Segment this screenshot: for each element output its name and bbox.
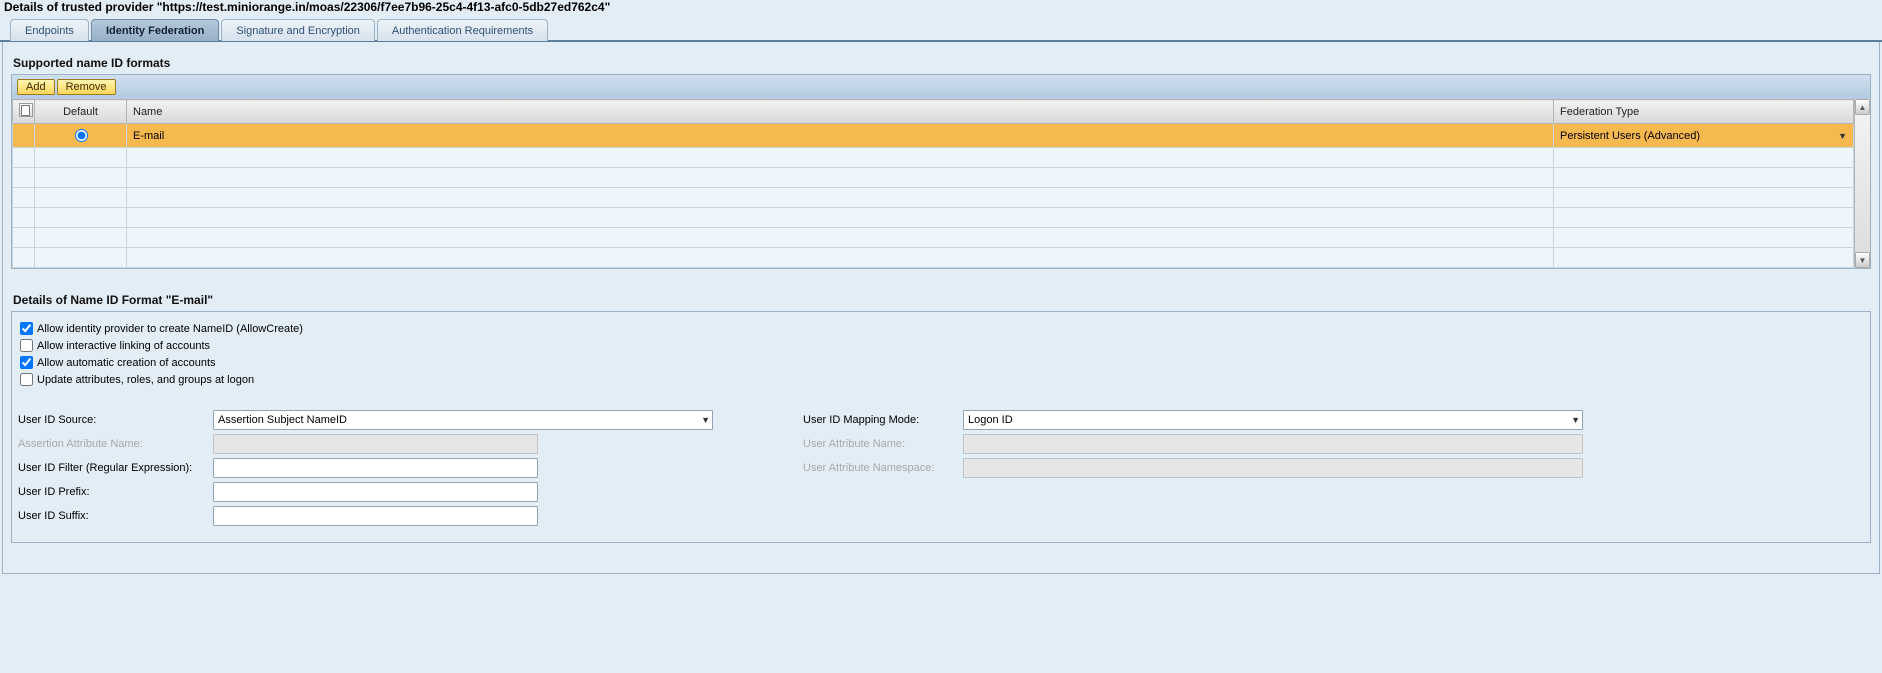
table-row[interactable] [13,168,1854,188]
row-fed-type-value: Persistent Users (Advanced) [1560,130,1700,142]
label-user-id-prefix: User ID Prefix: [18,486,213,498]
label-assertion-attr-name: Assertion Attribute Name: [18,438,213,450]
row-fed-type-cell[interactable]: Persistent Users (Advanced) ▼ [1554,124,1854,148]
input-assertion-attr-name [213,434,538,454]
default-radio-cell[interactable] [35,124,127,148]
chk-auto-create[interactable] [20,356,33,369]
tab-authentication-requirements[interactable]: Authentication Requirements [377,19,548,41]
supported-formats-table-wrap: Add Remove Default Name Federation Type [11,74,1871,269]
table-row[interactable] [13,248,1854,268]
label-user-id-suffix: User ID Suffix: [18,510,213,522]
chk-update-at-logon[interactable] [20,373,33,386]
chk-interactive-linking-label: Allow interactive linking of accounts [37,340,210,352]
copy-icon [19,103,33,117]
table-toolbar: Add Remove [12,75,1870,99]
table-row[interactable] [13,148,1854,168]
label-mapping-mode: User ID Mapping Mode: [803,414,963,426]
chk-auto-create-label: Allow automatic creation of accounts [37,357,216,369]
chk-allow-create-label: Allow identity provider to create NameID… [37,323,303,335]
label-user-id-source: User ID Source: [18,414,213,426]
input-user-id-suffix[interactable] [213,506,538,526]
table-row[interactable] [13,228,1854,248]
table-row[interactable] [13,188,1854,208]
page-title: Details of trusted provider "https://tes… [0,0,1882,18]
default-radio[interactable] [75,129,88,142]
select-user-id-source[interactable] [213,410,713,430]
tab-identity-federation[interactable]: Identity Federation [91,19,219,41]
corner-header[interactable] [13,100,35,124]
col-name[interactable]: Name [127,100,1554,124]
chk-interactive-linking[interactable] [20,339,33,352]
vertical-scrollbar[interactable]: ▲ ▼ [1854,99,1870,268]
chk-allow-create[interactable] [20,322,33,335]
input-user-attr-name [963,434,1583,454]
select-mapping-mode[interactable] [963,410,1583,430]
row-handle[interactable] [13,124,35,148]
chk-update-at-logon-label: Update attributes, roles, and groups at … [37,374,254,386]
input-user-id-prefix[interactable] [213,482,538,502]
scroll-down-icon[interactable]: ▼ [1855,252,1870,268]
tab-signature-encryption[interactable]: Signature and Encryption [221,19,375,41]
supported-formats-table: Default Name Federation Type E-mail [12,99,1854,268]
col-default[interactable]: Default [35,100,127,124]
chevron-down-icon: ▼ [1838,131,1847,141]
input-user-id-filter[interactable] [213,458,538,478]
tabstrip: Endpoints Identity Federation Signature … [0,18,1882,42]
label-user-attr-name: User Attribute Name: [803,438,963,450]
tab-content: Supported name ID formats Add Remove Def… [2,42,1880,574]
col-federation-type[interactable]: Federation Type [1554,100,1854,124]
input-user-attr-ns [963,458,1583,478]
row-name: E-mail [127,124,1554,148]
add-button[interactable]: Add [17,79,55,95]
table-row[interactable]: E-mail Persistent Users (Advanced) ▼ [13,124,1854,148]
remove-button[interactable]: Remove [57,79,116,95]
tab-endpoints[interactable]: Endpoints [10,19,89,41]
scroll-up-icon[interactable]: ▲ [1855,99,1870,115]
label-user-id-filter: User ID Filter (Regular Expression): [18,462,213,474]
section-details-title: Details of Name ID Format "E-mail" [13,293,1871,307]
table-row[interactable] [13,208,1854,228]
label-user-attr-ns: User Attribute Namespace: [803,462,963,474]
section-supported-formats-title: Supported name ID formats [13,56,1871,70]
